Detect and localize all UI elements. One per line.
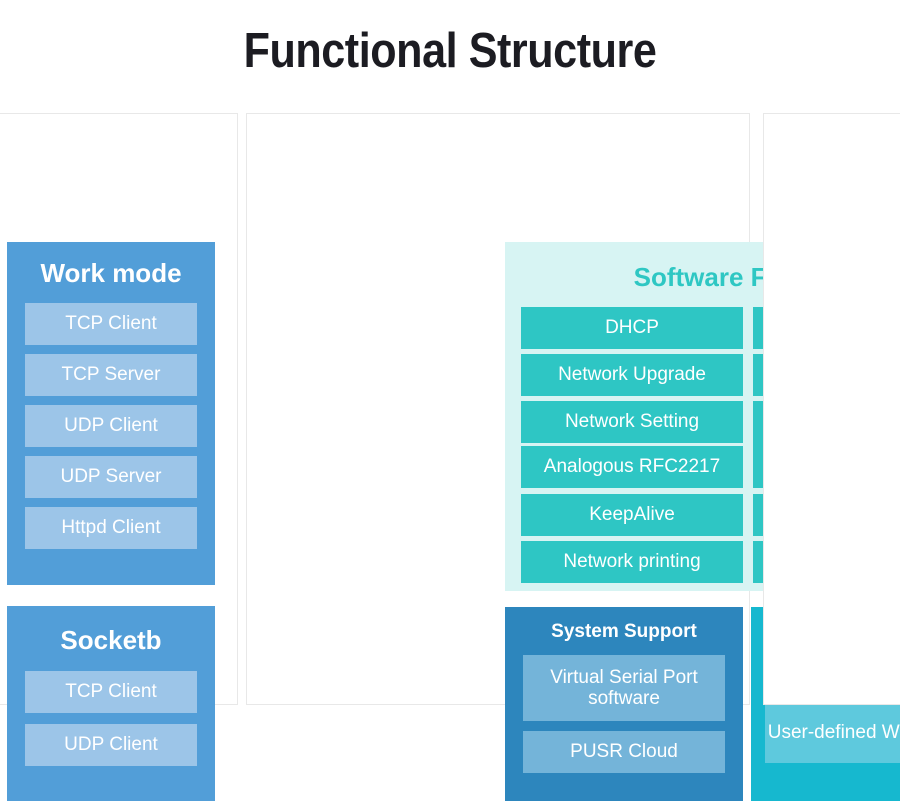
socketb-item-udp-client[interactable]: UDP Client xyxy=(25,723,197,766)
work-mode-item-udp-client[interactable]: UDP Client xyxy=(25,404,197,447)
center-column-card: Software Function DHCP Network Upgrade N… xyxy=(246,113,900,801)
system-support-title: System Support xyxy=(551,621,697,642)
software-item-network-upgrade[interactable]: Network Upgrade xyxy=(521,354,743,396)
work-mode-title: Work mode xyxy=(40,258,182,288)
socketb-item-tcp-client[interactable]: TCP Client xyxy=(25,670,197,713)
work-mode-item-tcp-client[interactable]: TCP Client xyxy=(25,302,197,345)
system-support-item-pusr-cloud[interactable]: PUSR Cloud xyxy=(523,730,725,773)
web-server-item-user-defined-web-sever[interactable]: User-defined Web sever xyxy=(765,702,900,763)
software-item-network-printing[interactable]: Network printing xyxy=(521,541,743,583)
functional-structure-diagram: Functional Structure Work mode TCP Clien… xyxy=(0,0,900,801)
socketb-title: Socketb xyxy=(60,625,162,655)
software-item-dhcp[interactable]: DHCP xyxy=(521,307,743,349)
work-mode-item-tcp-server[interactable]: TCP Server xyxy=(25,353,197,396)
work-mode-panel: Work mode TCP Client TCP Server UDP Clie… xyxy=(7,242,215,585)
software-item-network-setting[interactable]: Network Setting xyxy=(521,401,743,443)
system-support-panel: System Support Virtual Serial Port softw… xyxy=(505,607,743,801)
software-item-analogous-rfc2217[interactable]: Analogous RFC2217 xyxy=(521,446,743,488)
right-column-card: RS485 Power (DC9~36V) xyxy=(763,113,900,705)
software-item-keepalive[interactable]: KeepAlive xyxy=(521,494,743,536)
system-support-item-virtual-serial-port-software[interactable]: Virtual Serial Port software xyxy=(523,654,725,721)
page-title: Functional Structure xyxy=(243,24,657,78)
work-mode-item-udp-server[interactable]: UDP Server xyxy=(25,455,197,498)
socketb-panel: Socketb TCP Client UDP Client xyxy=(7,606,215,801)
left-column-card: Work mode TCP Client TCP Server UDP Clie… xyxy=(0,113,238,801)
work-mode-item-httpd-client[interactable]: Httpd Client xyxy=(25,506,197,549)
